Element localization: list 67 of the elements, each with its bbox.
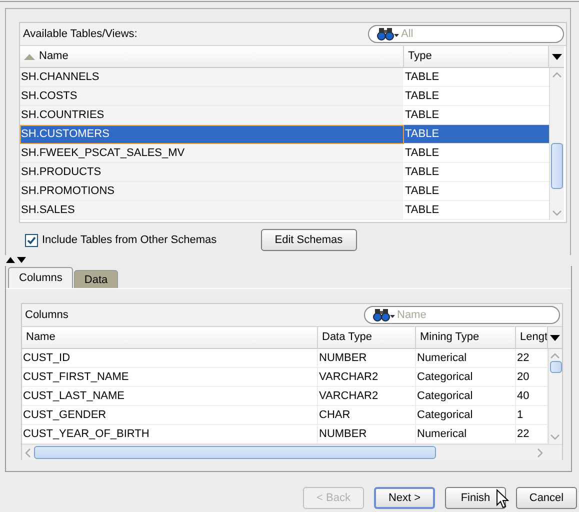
table-type-cell[interactable]: TABLE [404, 144, 549, 163]
table-name-cell[interactable]: SH.COUNTRIES [20, 106, 404, 125]
scroll-right-icon[interactable] [536, 448, 544, 458]
scroll-thumb[interactable] [34, 446, 436, 459]
scroll-up-icon[interactable] [549, 351, 561, 361]
scroll-up-icon[interactable] [551, 70, 563, 80]
table-name-cell[interactable]: SH.CUSTOMERS [20, 125, 404, 144]
table-cell: 1 [516, 406, 548, 425]
include-label[interactable]: Include Tables from Other Schemas [42, 234, 217, 246]
table-name-cell[interactable]: SH.PRODUCTS [20, 163, 404, 182]
search-field[interactable]: Name [364, 306, 560, 324]
table-cell: CUST_FIRST_NAME [22, 368, 318, 387]
table-cell: Categorical [416, 387, 516, 406]
table-type-cell[interactable]: TABLE [404, 182, 549, 201]
table-type-cell[interactable]: TABLE [404, 125, 549, 144]
table-name-cell[interactable]: SH.PROMOTIONS [20, 182, 404, 201]
include-checkbox[interactable] [25, 234, 38, 246]
table-name-cell[interactable]: SH.CHANNELS [20, 68, 404, 87]
column-header[interactable]: Type [404, 46, 549, 68]
scroll-down-icon[interactable] [549, 432, 561, 442]
table-name-cell[interactable]: SH.FWEEK_PSCAT_SALES_MV [20, 144, 404, 163]
table-cell: CHAR [318, 406, 416, 425]
table-name-cell[interactable]: SH.COSTS [20, 87, 404, 106]
column-header[interactable]: Lengt [516, 327, 548, 349]
binoculars-icon[interactable] [373, 308, 395, 322]
table-cell: CUST_GENDER [22, 406, 318, 425]
splitter-arrows-icon[interactable] [5, 256, 27, 264]
scroll-thumb[interactable] [551, 143, 563, 189]
table-cell: 40 [516, 387, 548, 406]
table-name-cell[interactable]: SH.SALES [20, 201, 404, 220]
vertical-scrollbar[interactable] [549, 68, 564, 220]
search-input[interactable]: All [401, 28, 551, 40]
table-cell: Categorical [416, 368, 516, 387]
column-menu-icon[interactable] [550, 334, 560, 340]
mouse-pointer-icon [496, 489, 509, 509]
wizard-button[interactable]: Cancel [516, 487, 577, 509]
tables-label: Available Tables/Views: [23, 28, 138, 40]
tab[interactable]: Data [74, 270, 118, 288]
scroll-thumb[interactable] [550, 361, 562, 373]
tab[interactable]: Columns [8, 267, 74, 288]
search-input[interactable]: Name [397, 309, 547, 321]
table-cell: CUST_ID [22, 349, 318, 368]
search-field[interactable]: All [368, 25, 564, 43]
table-cell: VARCHAR2 [318, 387, 416, 406]
column-header[interactable]: Data Type [318, 327, 416, 349]
table-cell: Categorical [416, 406, 516, 425]
scroll-left-icon[interactable] [24, 448, 32, 458]
columns-label: Columns [25, 309, 68, 321]
table-cell: CUST_LAST_NAME [22, 387, 318, 406]
table-cell: VARCHAR2 [318, 368, 416, 387]
edit-schemas-button[interactable]: Edit Schemas [260, 229, 357, 251]
wizard-button[interactable]: Finish [445, 487, 506, 509]
vertical-scrollbar[interactable] [548, 349, 562, 444]
table-type-cell[interactable]: TABLE [404, 163, 549, 182]
table-cell: NUMBER [318, 349, 416, 368]
column-header[interactable]: Name [20, 46, 404, 68]
column-menu-icon[interactable] [552, 54, 562, 60]
column-header[interactable]: Mining Type [416, 327, 516, 349]
table-type-cell[interactable]: TABLE [404, 201, 549, 220]
binoculars-icon[interactable] [377, 27, 399, 41]
horizontal-scrollbar[interactable] [22, 444, 562, 460]
wizard-button[interactable]: Next > [374, 487, 435, 509]
table-cell: 20 [516, 368, 548, 387]
scroll-down-icon[interactable] [551, 208, 563, 218]
column-header[interactable]: Name [22, 327, 318, 349]
table-cell: Numerical [416, 349, 516, 368]
table-type-cell[interactable]: TABLE [404, 87, 549, 106]
